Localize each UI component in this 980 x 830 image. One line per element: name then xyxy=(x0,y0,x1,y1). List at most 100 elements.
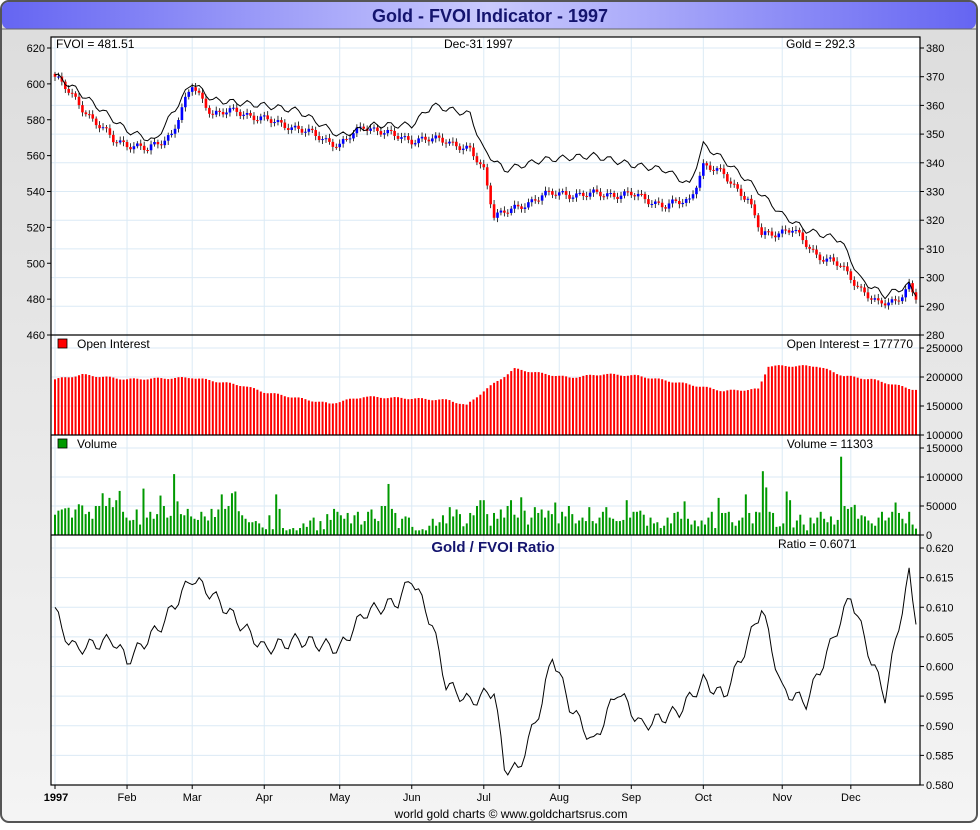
volume-bar xyxy=(336,511,339,535)
volume-bar xyxy=(520,497,523,535)
candle-body xyxy=(304,131,307,133)
oi-bar xyxy=(294,397,297,435)
fvoi-axis-tick-label: 500 xyxy=(27,258,45,270)
volume-bar xyxy=(115,500,118,535)
volume-bar xyxy=(353,515,356,535)
candle-body xyxy=(345,138,348,140)
oi-bar xyxy=(242,386,245,435)
volume-bar xyxy=(897,512,900,535)
oi-bar xyxy=(397,397,400,435)
volume-bar xyxy=(581,517,584,535)
oi-bar xyxy=(640,376,643,435)
candle-body xyxy=(530,199,534,203)
oi-bar xyxy=(108,376,111,435)
volume-bar xyxy=(591,521,594,535)
x-tick-label: Dec xyxy=(841,792,861,804)
volume-bar xyxy=(230,493,233,535)
volume-bar xyxy=(816,517,819,535)
oi-bar xyxy=(527,372,530,435)
candle-body xyxy=(557,192,561,196)
oi-bar xyxy=(451,401,454,435)
oi-bar xyxy=(297,397,300,435)
candle-body xyxy=(588,192,592,197)
volume-bar xyxy=(809,517,812,535)
candle-body xyxy=(417,138,420,144)
volume-bar xyxy=(516,517,519,535)
volume-bar xyxy=(707,517,710,535)
candle-body xyxy=(564,191,568,195)
candle-body xyxy=(125,142,129,148)
volume-bar xyxy=(574,523,577,535)
volume-bar xyxy=(135,509,138,535)
oi-readout: Open Interest = 177770 xyxy=(787,337,914,351)
volume-bar xyxy=(751,523,754,535)
candle-body xyxy=(420,136,424,139)
candle-body xyxy=(348,138,352,140)
candle-body xyxy=(822,260,825,262)
oi-bar xyxy=(198,378,201,435)
candle-body xyxy=(753,204,757,216)
candle-body xyxy=(729,181,733,184)
volume-bar xyxy=(789,500,792,535)
volume-bar xyxy=(367,511,370,535)
candle-body xyxy=(784,229,787,231)
volume-bar xyxy=(125,517,128,535)
volume-bar xyxy=(428,525,431,535)
candle-body xyxy=(581,192,585,196)
candle-body xyxy=(228,108,232,113)
volume-bar xyxy=(704,524,707,535)
candle-body xyxy=(592,189,595,193)
oi-bar xyxy=(589,374,592,435)
oi-bar xyxy=(218,382,221,435)
oi-bar xyxy=(486,388,489,435)
oi-bar xyxy=(784,366,787,435)
candle-body xyxy=(293,125,297,128)
volume-bar xyxy=(149,511,152,535)
candle-body xyxy=(602,196,606,198)
candle-body xyxy=(633,195,637,197)
oi-bar xyxy=(856,377,859,435)
oi-bar xyxy=(311,401,314,435)
oi-bar xyxy=(427,399,430,435)
volume-bar xyxy=(173,474,176,535)
volume-bar xyxy=(91,518,94,535)
oi-bar xyxy=(249,387,252,435)
oi-bar xyxy=(674,382,677,435)
oi-bar xyxy=(698,386,701,435)
volume-bar xyxy=(401,518,404,535)
volume-bar xyxy=(302,523,305,535)
oi-bar xyxy=(825,368,828,435)
oi-bar xyxy=(870,378,873,435)
oi-bar xyxy=(163,378,166,435)
candle-body xyxy=(852,279,856,286)
volume-bar xyxy=(870,523,873,535)
candle-body xyxy=(465,145,468,149)
oi-bar xyxy=(215,382,218,435)
oi-bar xyxy=(403,398,406,435)
footer-credit: world gold charts © www.goldchartsrus.co… xyxy=(394,807,628,821)
candle-body xyxy=(136,143,139,147)
ratio-axis-tick-label: 0.590 xyxy=(926,721,954,733)
oi-bar xyxy=(606,373,609,435)
candle-body xyxy=(691,194,695,199)
oi-bar xyxy=(455,403,458,435)
candle-body xyxy=(91,114,95,119)
candle-body xyxy=(108,128,112,135)
oi-bar xyxy=(637,375,640,435)
oi-bar xyxy=(438,399,441,435)
oi-bar xyxy=(764,374,767,435)
volume-bar xyxy=(823,518,826,535)
candle-body xyxy=(880,300,883,304)
oi-bar xyxy=(204,378,207,435)
candle-body xyxy=(194,87,197,91)
volume-bar xyxy=(537,512,540,535)
candle-body xyxy=(708,165,712,170)
volume-bar xyxy=(901,518,904,535)
volume-bar xyxy=(67,507,70,535)
candle-body xyxy=(647,199,650,205)
candle-body xyxy=(341,138,345,144)
oi-bar xyxy=(753,388,756,435)
candle-body xyxy=(578,192,582,194)
oi-bar xyxy=(369,396,372,435)
volume-bar xyxy=(254,521,257,535)
